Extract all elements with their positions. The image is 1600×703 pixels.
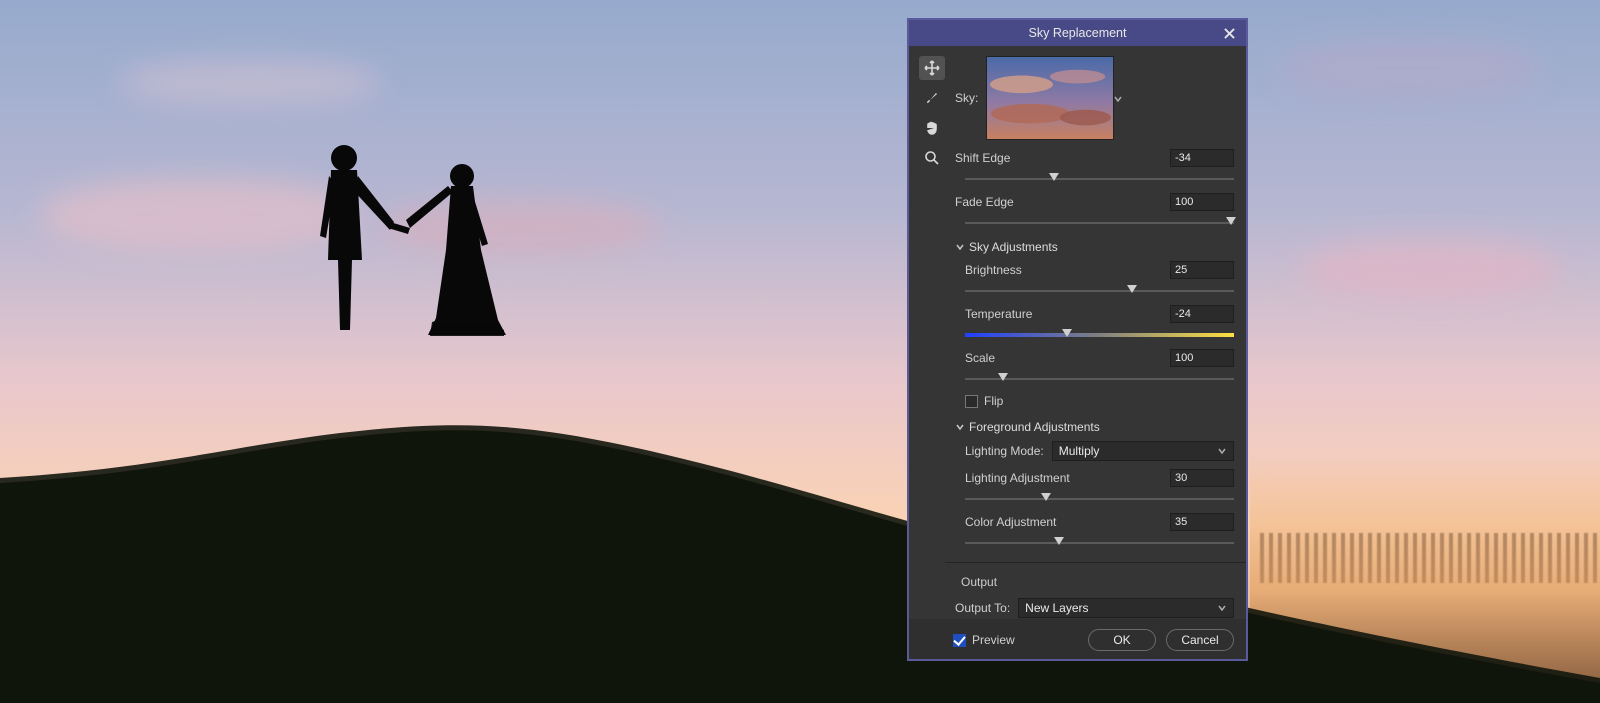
sky-replacement-dialog: Sky Replacement [907, 18, 1248, 661]
ok-button[interactable]: OK [1088, 629, 1156, 651]
chevron-down-icon [1217, 446, 1227, 456]
chevron-down-icon [1217, 603, 1227, 613]
lighting-adjustment-slider[interactable] [965, 494, 1234, 504]
sky-adjustments-label: Sky Adjustments [969, 240, 1058, 254]
flip-checkbox[interactable] [965, 395, 978, 408]
lighting-mode-select[interactable]: Multiply [1052, 441, 1234, 461]
controls-column: Sky: [955, 56, 1234, 619]
hill-silhouette [0, 243, 1600, 703]
shift-edge-label: Shift Edge [955, 151, 1010, 165]
scale-slider[interactable] [965, 374, 1234, 384]
cloud-decor [120, 60, 380, 105]
tool-hand[interactable] [919, 116, 945, 140]
close-button[interactable] [1218, 20, 1240, 46]
scale-value[interactable] [1170, 349, 1234, 367]
close-icon [1224, 28, 1235, 39]
temperature-label: Temperature [965, 307, 1032, 321]
fade-edge-label: Fade Edge [955, 195, 1014, 209]
fade-edge-value[interactable] [1170, 193, 1234, 211]
preview-checkbox[interactable] [953, 634, 966, 647]
shift-edge-slider[interactable] [965, 174, 1234, 184]
cancel-button[interactable]: Cancel [1166, 629, 1234, 651]
move-icon [924, 60, 940, 76]
hand-icon [924, 120, 940, 136]
lighting-mode-label: Lighting Mode: [965, 444, 1044, 458]
divider [945, 562, 1246, 563]
chevron-down-icon [955, 242, 965, 252]
output-to-select[interactable]: New Layers [1018, 598, 1234, 618]
brightness-value[interactable] [1170, 261, 1234, 279]
foreground-adjustments-label: Foreground Adjustments [969, 420, 1100, 434]
foreground-adjustments-toggle[interactable]: Foreground Adjustments [955, 420, 1234, 434]
brightness-slider[interactable] [965, 286, 1234, 296]
preview-label: Preview [972, 633, 1015, 647]
lighting-adjustment-value[interactable] [1170, 469, 1234, 487]
brush-icon [924, 90, 940, 106]
lighting-mode-value: Multiply [1059, 444, 1100, 458]
color-adjustment-value[interactable] [1170, 513, 1234, 531]
temperature-slider[interactable] [965, 330, 1234, 340]
zoom-icon [924, 150, 940, 166]
temperature-value[interactable] [1170, 305, 1234, 323]
sky-label: Sky: [955, 91, 978, 105]
sky-adjustments-toggle[interactable]: Sky Adjustments [955, 240, 1234, 254]
sky-preset-picker[interactable] [986, 56, 1114, 140]
flip-label: Flip [984, 394, 1003, 408]
sky-thumbnail [987, 57, 1113, 139]
output-to-label: Output To: [955, 601, 1010, 615]
tool-strip [919, 56, 945, 619]
color-adjustment-label: Color Adjustment [965, 515, 1056, 529]
cloud-decor [1280, 40, 1540, 95]
chevron-down-icon [955, 422, 965, 432]
brightness-label: Brightness [965, 263, 1022, 277]
tool-move[interactable] [919, 56, 945, 80]
color-adjustment-slider[interactable] [965, 538, 1234, 548]
tool-brush[interactable] [919, 86, 945, 110]
fade-edge-slider[interactable] [965, 218, 1234, 228]
dialog-title: Sky Replacement [1029, 26, 1127, 40]
chevron-down-icon [1113, 93, 1123, 103]
scale-label: Scale [965, 351, 995, 365]
lighting-adjustment-label: Lighting Adjustment [965, 471, 1070, 485]
output-heading: Output [961, 575, 1234, 589]
dialog-title-bar[interactable]: Sky Replacement [909, 20, 1246, 46]
shift-edge-value[interactable] [1170, 149, 1234, 167]
tool-zoom[interactable] [919, 146, 945, 170]
output-to-value: New Layers [1025, 601, 1088, 615]
couple-silhouette [298, 140, 538, 340]
